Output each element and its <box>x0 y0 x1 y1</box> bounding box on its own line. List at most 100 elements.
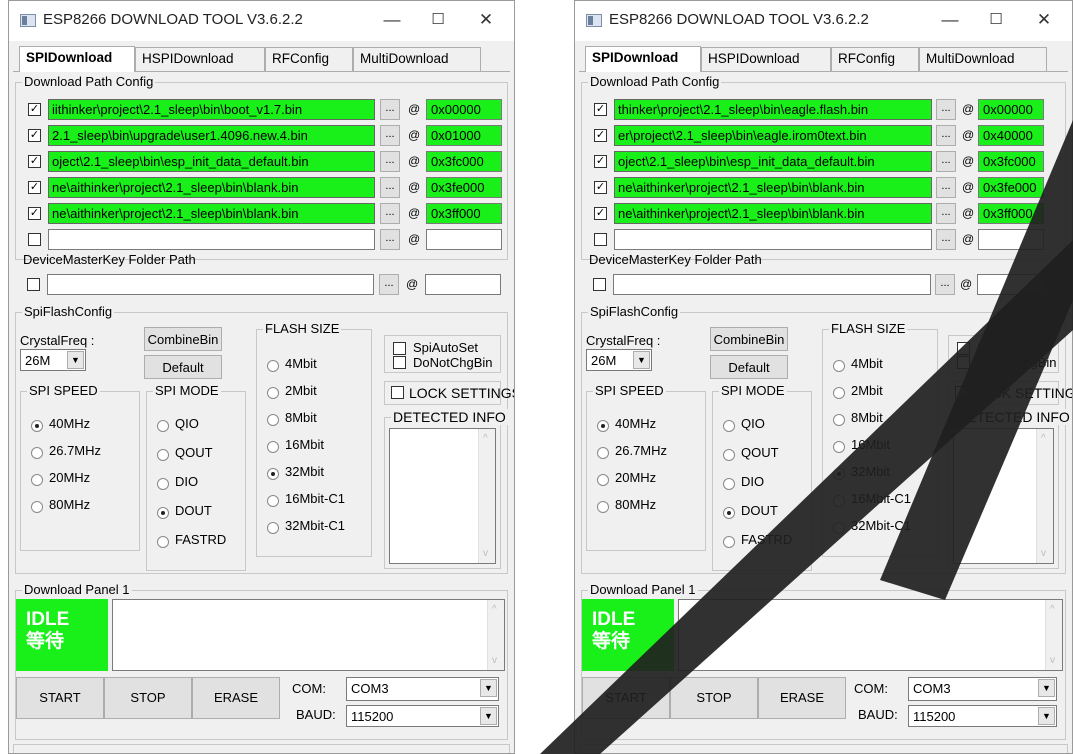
flash-size-radio[interactable] <box>267 468 279 480</box>
spi-mode-radio[interactable] <box>723 507 735 519</box>
close-icon[interactable]: ✕ <box>1034 9 1054 31</box>
scroll-up-icon[interactable]: ^ <box>492 604 497 615</box>
minimize-icon[interactable]: — <box>940 9 960 31</box>
scroll-up-icon[interactable]: ^ <box>1041 433 1046 444</box>
scrollbar[interactable]: ^ v <box>1036 429 1053 563</box>
file-path-input[interactable]: ne\aithinker\project\2.1_sleep\bin\blank… <box>614 203 932 224</box>
do-not-chg-bin-checkbox[interactable] <box>393 356 406 369</box>
browse-button[interactable]: ... <box>936 229 956 250</box>
master-key-browse-button[interactable]: ... <box>935 274 955 295</box>
flash-address-input[interactable]: 0x00000 <box>978 99 1044 120</box>
file-path-input[interactable]: ne\aithinker\project\2.1_sleep\bin\blank… <box>48 203 375 224</box>
flash-size-radio[interactable] <box>267 522 279 534</box>
spi-mode-radio[interactable] <box>723 449 735 461</box>
spi-mode-radio[interactable] <box>157 507 169 519</box>
scrollbar[interactable]: ^ v <box>1045 600 1062 670</box>
scrollbar[interactable]: ^ v <box>478 429 495 563</box>
maximize-icon[interactable]: ☐ <box>428 9 448 31</box>
browse-button[interactable]: ... <box>936 177 956 198</box>
file-enable-checkbox[interactable]: ✓ <box>28 155 41 168</box>
baud-rate-select[interactable]: 115200 ▼ <box>908 705 1057 727</box>
crystal-freq-select[interactable]: 26M ▼ <box>586 349 652 371</box>
flash-size-radio[interactable] <box>833 387 845 399</box>
browse-button[interactable]: ... <box>380 99 400 120</box>
spi-mode-radio[interactable] <box>723 536 735 548</box>
spi-speed-radio[interactable] <box>597 447 609 459</box>
flash-size-radio[interactable] <box>833 495 845 507</box>
spi-auto-set-checkbox[interactable] <box>393 342 406 355</box>
scroll-down-icon[interactable]: v <box>492 655 497 666</box>
erase-button[interactable]: ERASE <box>192 677 280 719</box>
default-button[interactable]: Default <box>144 355 222 379</box>
flash-address-input[interactable]: 0x01000 <box>426 125 502 146</box>
spi-mode-radio[interactable] <box>157 449 169 461</box>
scroll-up-icon[interactable]: ^ <box>483 433 488 444</box>
chevron-down-icon[interactable]: ▼ <box>1038 707 1055 725</box>
spi-mode-radio[interactable] <box>157 420 169 432</box>
tab-hspidownload[interactable]: HSPIDownload <box>701 47 831 71</box>
file-path-input[interactable]: iithinker\project\2.1_sleep\bin\boot_v1.… <box>48 99 375 120</box>
scroll-up-icon[interactable]: ^ <box>1050 604 1055 615</box>
tab-hspidownload[interactable]: HSPIDownload <box>135 47 265 71</box>
master-key-address-input[interactable] <box>977 274 1043 295</box>
tab-spidownload[interactable]: SPIDownload <box>19 46 135 72</box>
detected-info-textarea[interactable]: ^ v <box>389 428 496 564</box>
tab-multidownload[interactable]: MultiDownload <box>919 47 1047 71</box>
file-path-input[interactable]: oject\2.1_sleep\bin\esp_init_data_defaul… <box>614 151 932 172</box>
chevron-down-icon[interactable]: ▼ <box>67 351 84 369</box>
com-port-select[interactable]: COM3 ▼ <box>346 677 499 701</box>
combine-bin-button[interactable]: CombineBin <box>144 327 222 351</box>
master-key-checkbox[interactable] <box>593 278 606 291</box>
file-enable-checkbox[interactable]: ✓ <box>28 181 41 194</box>
flash-address-input[interactable] <box>978 229 1044 250</box>
file-enable-checkbox[interactable]: ✓ <box>594 129 607 142</box>
log-textarea[interactable]: ^ v <box>678 599 1063 671</box>
master-key-path-input[interactable] <box>613 274 931 295</box>
flash-address-input[interactable]: 0x3fe000 <box>978 177 1044 198</box>
scroll-down-icon[interactable]: v <box>1050 655 1055 666</box>
file-path-input[interactable]: thinker\project\2.1_sleep\bin\eagle.flas… <box>614 99 932 120</box>
default-button[interactable]: Default <box>710 355 788 379</box>
browse-button[interactable]: ... <box>380 203 400 224</box>
tab-multidownload[interactable]: MultiDownload <box>353 47 481 71</box>
file-enable-checkbox[interactable]: ✓ <box>594 155 607 168</box>
browse-button[interactable]: ... <box>936 203 956 224</box>
master-key-checkbox[interactable] <box>27 278 40 291</box>
file-enable-checkbox[interactable]: ✓ <box>594 103 607 116</box>
close-icon[interactable]: ✕ <box>476 9 496 31</box>
spi-speed-radio[interactable] <box>31 447 43 459</box>
flash-size-radio[interactable] <box>267 360 279 372</box>
start-button[interactable]: START <box>582 677 670 719</box>
file-path-input[interactable] <box>614 229 932 250</box>
start-button[interactable]: START <box>16 677 104 719</box>
file-enable-checkbox[interactable]: ✓ <box>28 207 41 220</box>
browse-button[interactable]: ... <box>936 125 956 146</box>
minimize-icon[interactable]: — <box>382 9 402 31</box>
browse-button[interactable]: ... <box>380 229 400 250</box>
stop-button[interactable]: STOP <box>670 677 758 719</box>
file-enable-checkbox[interactable]: ✓ <box>594 181 607 194</box>
tab-rfconfig[interactable]: RFConfig <box>265 47 353 71</box>
scroll-down-icon[interactable]: v <box>483 548 488 559</box>
flash-address-input[interactable]: 0x3fc000 <box>978 151 1044 172</box>
combine-bin-button[interactable]: CombineBin <box>710 327 788 351</box>
chevron-down-icon[interactable]: ▼ <box>480 679 497 697</box>
spi-speed-radio[interactable] <box>31 420 43 432</box>
flash-size-radio[interactable] <box>833 522 845 534</box>
flash-address-input[interactable]: 0x3ff000 <box>426 203 502 224</box>
flash-address-input[interactable]: 0x3fc000 <box>426 151 502 172</box>
file-path-input[interactable] <box>48 229 375 250</box>
flash-size-radio[interactable] <box>267 414 279 426</box>
file-path-input[interactable]: ne\aithinker\project\2.1_sleep\bin\blank… <box>614 177 932 198</box>
spi-speed-radio[interactable] <box>31 474 43 486</box>
flash-address-input[interactable]: 0x40000 <box>978 125 1044 146</box>
master-key-browse-button[interactable]: ... <box>379 274 399 295</box>
log-textarea[interactable]: ^ v <box>112 599 505 671</box>
chevron-down-icon[interactable]: ▼ <box>633 351 650 369</box>
detected-info-textarea[interactable]: ^ v <box>953 428 1054 564</box>
spi-mode-radio[interactable] <box>723 478 735 490</box>
spi-speed-radio[interactable] <box>31 501 43 513</box>
spi-mode-radio[interactable] <box>157 536 169 548</box>
file-enable-checkbox[interactable]: ✓ <box>28 103 41 116</box>
baud-rate-select[interactable]: 115200 ▼ <box>346 705 499 727</box>
